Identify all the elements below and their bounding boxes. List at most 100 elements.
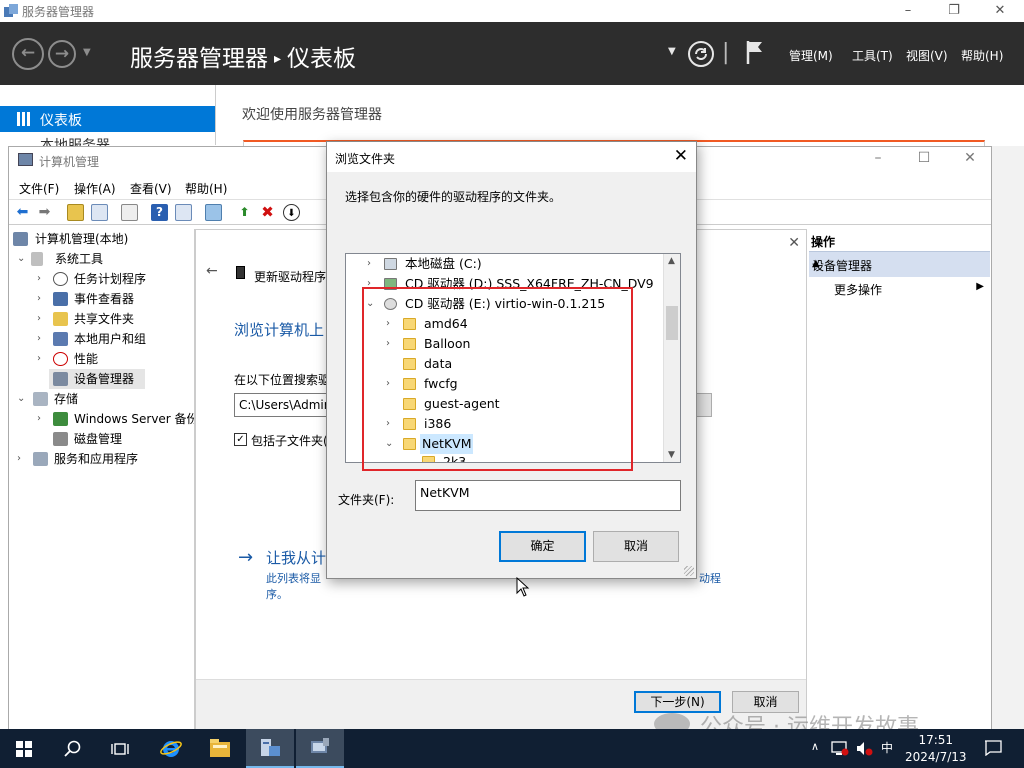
restore-icon[interactable]: ❐ — [931, 0, 977, 22]
uninstall-x-icon[interactable]: ✖ — [259, 204, 276, 221]
start-button[interactable] — [0, 729, 48, 768]
chevron-right-icon[interactable]: › — [37, 269, 47, 289]
more-actions[interactable]: 更多操作 — [834, 281, 882, 298]
menu-help[interactable]: 帮助(H) — [185, 180, 227, 197]
event-viewer-icon — [53, 292, 68, 306]
back-arrow-icon[interactable]: ← — [12, 38, 44, 70]
chevron-right-icon[interactable]: › — [37, 289, 47, 309]
menu-file[interactable]: 文件(F) — [19, 180, 59, 197]
include-subfolders-label: 包括子文件夹( — [251, 434, 328, 448]
vertical-scrollbar[interactable]: ▲ ▼ — [663, 254, 680, 462]
help-icon[interactable]: ? — [151, 204, 168, 221]
network-icon[interactable] — [831, 741, 849, 756]
menu-action[interactable]: 操作(A) — [74, 180, 116, 197]
actions-section-device-manager[interactable]: 设备管理器 ▲ — [809, 251, 990, 277]
chevron-right-icon[interactable]: › — [37, 349, 47, 369]
chevron-right-icon[interactable]: › — [37, 409, 47, 429]
forward-arrow-icon[interactable]: → — [48, 40, 76, 68]
storage-icon — [33, 392, 48, 406]
breadcrumb-page: 仪表板 — [287, 46, 357, 72]
tree-item-device-manager[interactable]: 设备管理器 — [49, 369, 145, 389]
include-subfolders-checkbox[interactable]: ✓ — [234, 433, 247, 446]
close-icon[interactable]: ✕ — [674, 146, 688, 166]
close-icon[interactable]: ✕ — [947, 150, 993, 166]
back-icon[interactable]: ⬅ — [14, 204, 31, 221]
ok-button[interactable]: 确定 — [499, 531, 586, 562]
properties-icon[interactable] — [121, 204, 138, 221]
chevron-right-icon[interactable]: › — [37, 309, 47, 329]
chevron-right-icon[interactable]: › — [367, 254, 371, 274]
menu-view[interactable]: 视图(V) — [906, 47, 948, 64]
ime-indicator[interactable]: 中 — [881, 739, 893, 756]
monitor-icon[interactable] — [205, 204, 222, 221]
back-arrow-icon[interactable]: ← — [206, 263, 218, 279]
minimize-icon[interactable]: – — [885, 0, 931, 22]
menu-help[interactable]: 帮助(H) — [961, 47, 1003, 64]
scrollbar-thumb[interactable] — [666, 306, 678, 340]
server-manager-header: ← → ▼ 服务器管理器 ▸ 仪表板 ▼ | 管理(M) 工具(T) 视图(V) 帮… — [0, 22, 1024, 85]
internet-explorer-icon — [160, 741, 182, 757]
sidebar-item-label: 仪表板 — [40, 113, 82, 129]
show-hide-tree-icon[interactable] — [91, 204, 108, 221]
computer-management-icon — [18, 153, 33, 166]
menu-view[interactable]: 查看(V) — [130, 180, 172, 197]
dropdown-icon[interactable]: ▼ — [668, 46, 676, 57]
actions-header: 操作 — [811, 235, 836, 249]
welcome-heading: 欢迎使用服务器管理器 — [242, 107, 382, 123]
maximize-icon[interactable]: ☐ — [901, 150, 947, 166]
cancel-button[interactable]: 取消 — [593, 531, 679, 562]
forward-icon[interactable]: ➡ — [36, 204, 53, 221]
collapse-triangle-icon[interactable]: ▲ — [812, 258, 984, 269]
submenu-triangle-icon[interactable]: ▶ — [976, 281, 984, 292]
chevron-down-icon[interactable]: ▼ — [83, 47, 91, 58]
server-manager-sidebar: 仪表板 本地服务器 — [0, 85, 215, 154]
minimize-icon[interactable]: – — [855, 150, 901, 166]
resize-grip-icon[interactable] — [684, 566, 694, 576]
dialog-prompt: 选择包含你的硬件的驱动程序的文件夹。 — [345, 190, 562, 204]
show-hidden-icons[interactable]: ∧ — [811, 740, 819, 753]
chevron-down-icon[interactable]: ⌄ — [17, 249, 27, 269]
dashboard-icon — [17, 112, 31, 126]
backup-icon — [53, 412, 68, 426]
show-action-pane-icon[interactable] — [175, 204, 192, 221]
performance-icon — [53, 352, 68, 366]
highlight-annotation-box — [362, 287, 633, 471]
arrow-right-icon: → — [238, 547, 254, 568]
chevron-right-icon[interactable]: › — [17, 449, 27, 469]
volume-icon[interactable] — [856, 741, 874, 756]
taskbar-file-explorer[interactable] — [196, 729, 244, 768]
taskbar-computer-management[interactable] — [296, 729, 344, 768]
scroll-up-icon[interactable]: ▲ — [668, 256, 675, 266]
clock[interactable]: 17:51 2024/7/13 — [905, 732, 967, 766]
menu-manage[interactable]: 管理(M) — [789, 47, 833, 64]
close-icon[interactable]: ✕ — [788, 235, 800, 251]
sidebar-item-dashboard[interactable]: 仪表板 — [0, 106, 215, 132]
menu-tools[interactable]: 工具(T) — [852, 47, 893, 64]
task-view-button[interactable] — [96, 729, 144, 768]
notification-flag-icon[interactable] — [745, 39, 765, 65]
enable-device-icon[interactable]: ⬆ — [236, 204, 253, 221]
refresh-icon[interactable] — [687, 40, 715, 68]
chevron-down-icon[interactable]: ⌄ — [17, 389, 27, 409]
up-folder-icon[interactable] — [67, 204, 84, 221]
services-icon — [33, 452, 48, 466]
dialog-titlebar: 浏览文件夹 ✕ — [327, 142, 696, 172]
search-button[interactable] — [48, 729, 96, 768]
breadcrumb-root[interactable]: 服务器管理器 — [130, 46, 268, 72]
console-tree: 计算机管理(本地) ⌄ 系统工具 › 任务计划程序 › 事件查看器 › 共享文件… — [9, 229, 195, 729]
disable-device-icon[interactable]: ⬇ — [283, 204, 300, 221]
clock-time: 17:51 — [918, 733, 954, 747]
pick-from-list-description-tail: 动程 — [699, 572, 721, 585]
breadcrumb-separator-icon: ▸ — [274, 51, 282, 67]
close-icon[interactable]: ✕ — [977, 0, 1023, 22]
pick-from-list-link[interactable]: 让我从计 — [266, 547, 326, 568]
scroll-down-icon[interactable]: ▼ — [668, 450, 675, 460]
taskbar-internet-explorer[interactable] — [146, 729, 194, 768]
chevron-right-icon[interactable]: › — [37, 329, 47, 349]
server-manager-taskbar-icon — [261, 739, 280, 756]
folder-field[interactable]: NetKVM — [415, 480, 681, 511]
action-center-icon[interactable] — [984, 740, 1002, 756]
pick-from-list-description-line2: 序。 — [266, 588, 288, 601]
task-view-icon — [111, 743, 129, 755]
taskbar-server-manager[interactable] — [246, 729, 294, 768]
